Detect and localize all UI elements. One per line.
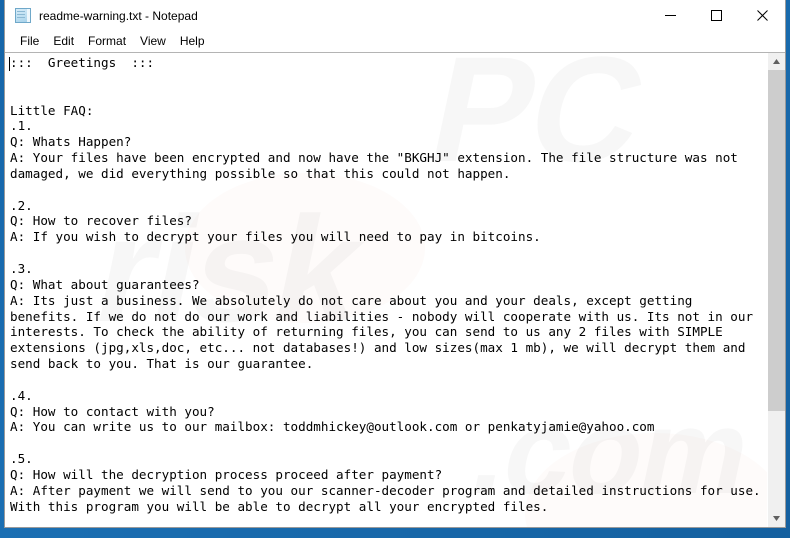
menu-item-edit[interactable]: Edit [46, 32, 81, 51]
window-titlebar[interactable]: readme-warning.txt - Notepad [5, 0, 785, 31]
close-icon [756, 10, 768, 21]
menu-item-help[interactable]: Help [173, 32, 212, 51]
text-editor-area[interactable]: ::: Greetings ::: Little FAQ: .1. Q: Wha… [5, 53, 767, 527]
menu-bar: File Edit Format View Help [5, 31, 785, 52]
vertical-scroll-thumb[interactable] [768, 70, 785, 411]
menu-item-view[interactable]: View [133, 32, 173, 51]
maximize-icon [710, 10, 722, 21]
scroll-up-arrow-icon [773, 59, 780, 64]
readme-text-content[interactable]: ::: Greetings ::: Little FAQ: .1. Q: Wha… [10, 55, 767, 514]
maximize-button[interactable] [693, 0, 739, 31]
menu-item-format[interactable]: Format [81, 32, 133, 51]
editor-region: PC risk .com ::: Greetings ::: Little FA… [5, 52, 785, 527]
scroll-up-button[interactable] [768, 53, 785, 70]
titlebar-left-group: readme-warning.txt - Notepad [5, 7, 198, 24]
window-controls [647, 0, 785, 31]
close-button[interactable] [739, 0, 785, 31]
vertical-scrollbar[interactable] [767, 53, 785, 527]
scroll-down-arrow-icon [773, 516, 780, 521]
minimize-icon [664, 15, 676, 16]
window-title: readme-warning.txt - Notepad [39, 8, 198, 23]
menu-item-file[interactable]: File [13, 32, 46, 51]
scroll-down-button[interactable] [768, 510, 785, 527]
scrollbar-track[interactable] [768, 70, 785, 510]
notepad-icon [14, 7, 31, 24]
minimize-button[interactable] [647, 0, 693, 31]
text-caret [9, 57, 10, 71]
notepad-window: readme-warning.txt - Notepad File Edit F… [4, 0, 786, 528]
